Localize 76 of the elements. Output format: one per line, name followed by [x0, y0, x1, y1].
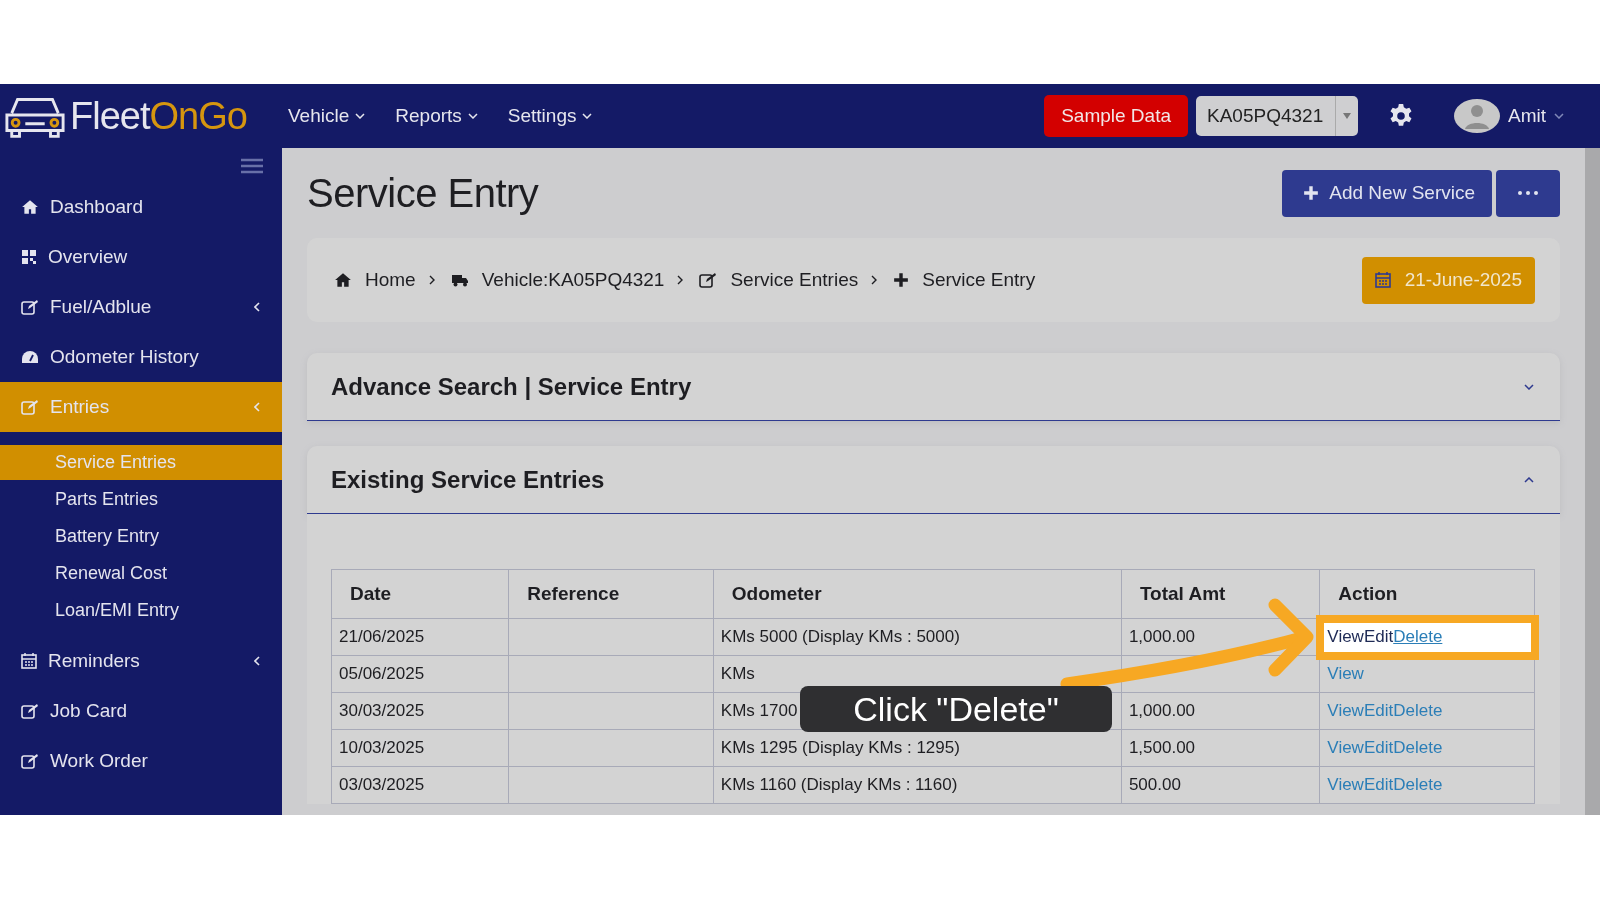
edit-icon — [21, 703, 39, 719]
page-title: Service Entry — [307, 170, 540, 216]
home-icon — [21, 199, 39, 215]
grid-icon — [21, 249, 37, 265]
dots-icon — [1518, 191, 1538, 195]
table-cell: 1,500.00 — [1121, 729, 1320, 767]
chevron-right-icon — [871, 275, 878, 285]
column-header: Date — [331, 569, 509, 619]
date-badge: 21-June-2025 — [1361, 256, 1535, 304]
chevron-down-icon — [355, 113, 366, 119]
breadcrumb-link[interactable]: Service Entries — [730, 269, 859, 291]
menu-icon[interactable] — [240, 158, 264, 174]
add-new-service-button[interactable]: Add New Service — [1282, 169, 1492, 217]
home-icon — [334, 272, 352, 288]
table-cell: 10/03/2025 — [331, 729, 509, 767]
edit-icon — [699, 272, 718, 288]
calendar-icon — [21, 653, 37, 669]
sidebar-item[interactable]: Fuel/Adblue — [0, 282, 282, 332]
settings-icon[interactable] — [1388, 103, 1414, 129]
sidebar-item[interactable]: Job Card — [0, 686, 282, 736]
sidebar-subitem[interactable]: Renewal Cost — [0, 556, 282, 591]
panel-title: Existing Service Entries — [331, 465, 606, 494]
chevron-down-icon — [467, 113, 478, 119]
table-cell: 21/06/2025 — [331, 618, 509, 656]
edit-icon — [21, 753, 39, 769]
sidebar-item[interactable]: Reminders — [0, 636, 282, 686]
column-header: Odometer — [713, 569, 1122, 619]
truck-icon — [450, 273, 469, 287]
logo-text: FleetOnGo — [70, 94, 247, 138]
sidebar-item[interactable]: Dashboard — [0, 182, 282, 232]
breadcrumb-link[interactable]: Vehicle:KA05PQ4321 — [481, 269, 665, 291]
table-cell: 30/03/2025 — [331, 692, 509, 730]
dropdown-arrow-icon — [1343, 113, 1351, 119]
avatar-icon — [1454, 99, 1500, 133]
chevron-down-icon — [582, 113, 593, 119]
nav-menu[interactable]: Vehicle — [288, 105, 366, 127]
table-cell: 500.00 — [1121, 766, 1320, 804]
sidebar-subitem[interactable]: Loan/EMI Entry — [0, 593, 282, 628]
sidebar-subitem[interactable]: Battery Entry — [0, 519, 282, 554]
edit-icon — [21, 299, 39, 315]
sidebar-item[interactable]: Overview — [0, 232, 282, 282]
column-header: Reference — [508, 569, 714, 619]
chevron-right-icon — [677, 275, 684, 285]
breadcrumb-link[interactable]: Service Entry — [922, 269, 1036, 291]
action-link[interactable]: View — [1327, 627, 1364, 646]
nav-menu[interactable]: Reports — [395, 105, 478, 127]
nav-menu[interactable]: Settings — [507, 105, 593, 127]
chevron-up-icon[interactable] — [1524, 476, 1534, 483]
action-link[interactable]: Delete — [1393, 627, 1443, 646]
table-cell: KMs 5000 (Display KMs : 5000) — [713, 618, 1122, 656]
sidebar-item[interactable]: Work Order — [0, 736, 282, 786]
more-button[interactable] — [1496, 169, 1560, 217]
chevron-right-icon — [428, 275, 435, 285]
plus-icon — [1303, 185, 1320, 201]
user-menu[interactable]: Amit — [1454, 99, 1564, 133]
sample-data-button[interactable]: Sample Data — [1044, 95, 1188, 137]
sidebar-subitem[interactable]: Parts Entries — [0, 482, 282, 517]
table-cell: 05/06/2025 — [331, 655, 509, 693]
chevron-down-icon — [1554, 113, 1564, 119]
instruction-callout: Click "Delete" — [800, 686, 1112, 732]
column-header: Total Amt — [1121, 569, 1320, 619]
vehicle-select[interactable]: KA05PQ4321 — [1196, 96, 1358, 136]
breadcrumb-link[interactable]: Home — [365, 269, 416, 291]
panel-header[interactable]: Existing Service Entries — [307, 446, 1560, 514]
sidebar-item[interactable]: Odometer History — [0, 332, 282, 382]
plus-icon — [893, 272, 910, 288]
calendar-icon — [1374, 272, 1391, 288]
chevron-down-icon[interactable] — [1524, 383, 1534, 390]
action-link[interactable]: Edit — [1363, 627, 1394, 646]
edit-icon — [21, 399, 39, 415]
table-cell: KMs 1160 (Display KMs : 1160) — [713, 766, 1122, 804]
panel-title: Advance Search | Service Entry — [331, 372, 693, 401]
table-cell: 1,000.00 — [1121, 692, 1320, 730]
table-cell: 03/03/2025 — [331, 766, 509, 804]
panel-header[interactable]: Advance Search | Service Entry — [307, 353, 1560, 421]
gauge-icon — [21, 350, 39, 364]
